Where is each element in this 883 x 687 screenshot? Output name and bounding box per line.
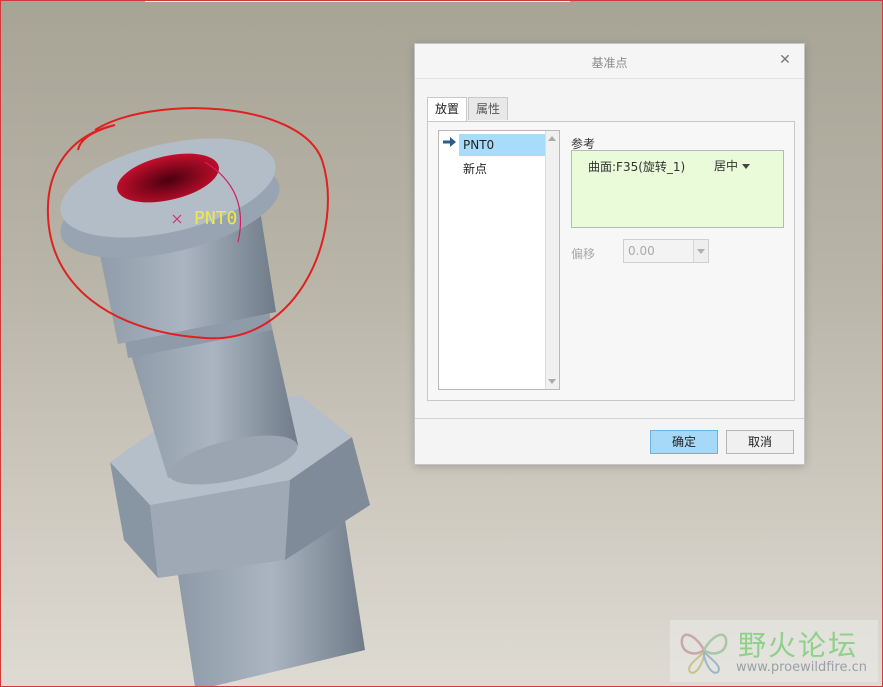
offset-dropdown-button[interactable]: [693, 240, 708, 262]
constraint-dropdown[interactable]: 居中: [714, 157, 751, 174]
ok-button[interactable]: 确定: [650, 430, 718, 454]
list-scrollbar[interactable]: [545, 131, 559, 389]
arrow-right-icon: [443, 137, 456, 147]
tab-bar: 放置 属性: [427, 97, 509, 121]
dialog-title: 基准点: [591, 56, 628, 70]
butterfly-logo-icon: [680, 633, 728, 674]
offset-field[interactable]: 0.00: [623, 239, 709, 263]
constraint-value: 居中: [714, 159, 739, 173]
cancel-button[interactable]: 取消: [726, 430, 794, 454]
scroll-up-icon[interactable]: [548, 136, 556, 141]
tab-placement[interactable]: 放置: [427, 97, 468, 121]
offset-value: 0.00: [628, 244, 655, 258]
datum-point-dialog: 基准点 ✕ 放置 属性 PNT0 新点 参考 曲面:F35(旋转_1) 居中 偏移…: [414, 43, 805, 465]
list-item-pnt0[interactable]: PNT0: [459, 134, 545, 156]
close-icon[interactable]: ✕: [776, 51, 794, 69]
chevron-down-icon: [742, 164, 751, 169]
chevron-down-icon: [697, 249, 705, 254]
watermark-name: 野火论坛: [738, 629, 859, 662]
watermark: 野火论坛 www.proewildfire.cn: [670, 620, 878, 682]
part-model: [60, 138, 370, 687]
dialog-titlebar: 基准点 ✕: [415, 44, 804, 79]
placement-panel: PNT0 新点 参考 曲面:F35(旋转_1) 居中 偏移 0.00: [427, 121, 795, 401]
offset-label: 偏移: [571, 247, 596, 261]
point-list: PNT0 新点: [438, 130, 560, 390]
datum-point-label: PNT0: [194, 208, 237, 229]
tab-properties[interactable]: 属性: [468, 97, 509, 120]
references-collector[interactable]: 曲面:F35(旋转_1) 居中: [571, 150, 784, 228]
watermark-url: www.proewildfire.cn: [736, 660, 867, 675]
divider: [415, 418, 804, 419]
reference-surface[interactable]: 曲面:F35(旋转_1): [588, 158, 685, 175]
list-item-new-point[interactable]: 新点: [459, 158, 545, 180]
scroll-down-icon[interactable]: [548, 379, 556, 384]
